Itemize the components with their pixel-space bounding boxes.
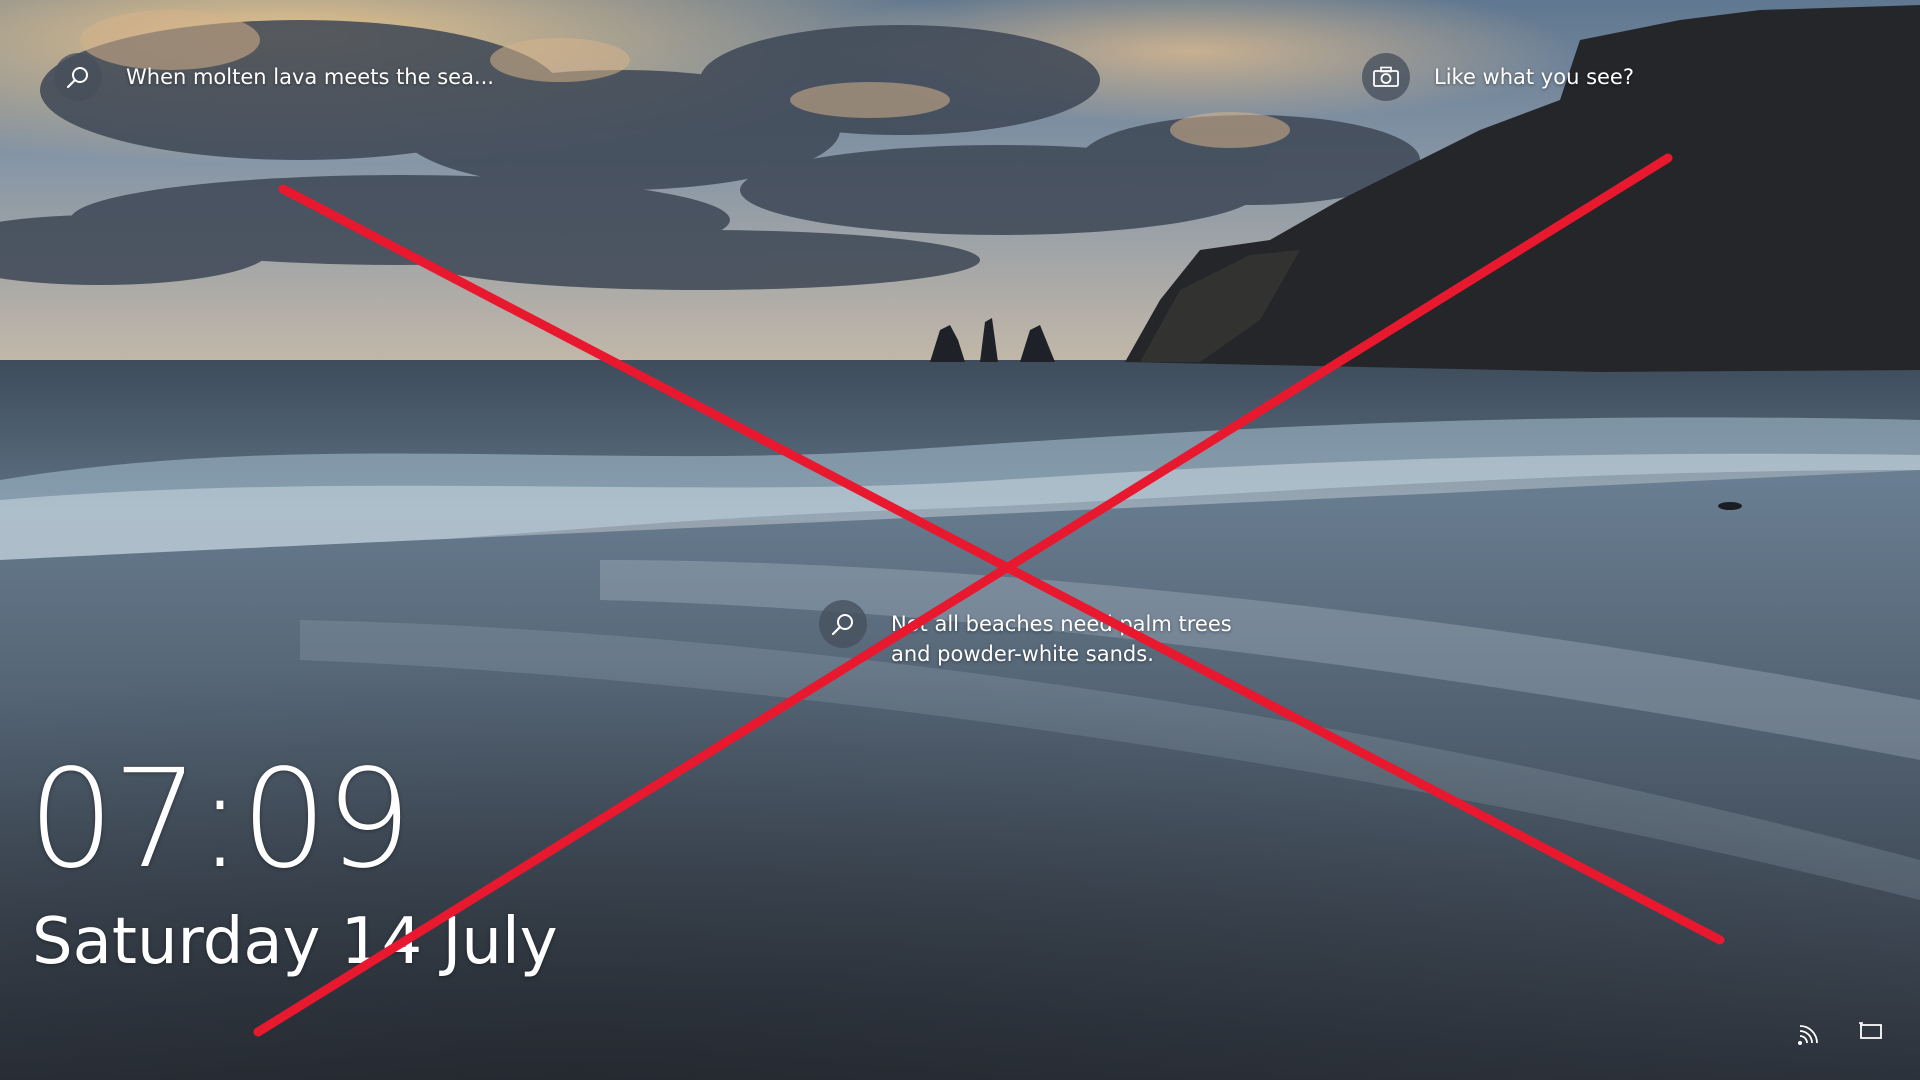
lock-screen[interactable]: When molten lava meets the sea... Like w… bbox=[0, 0, 1920, 1080]
spotlight-feedback[interactable]: Like what you see? bbox=[1362, 53, 1634, 101]
search-icon bbox=[54, 53, 102, 101]
center-hint-text: Not all beaches need palm trees and powd… bbox=[891, 612, 1232, 666]
feedback-prompt-text: Like what you see? bbox=[1434, 65, 1634, 89]
search-icon bbox=[819, 600, 867, 648]
lock-screen-time: 07:09 bbox=[28, 741, 412, 899]
wifi-icon[interactable] bbox=[1793, 1020, 1823, 1050]
lock-screen-date: Saturday 14 July bbox=[32, 905, 558, 979]
spotlight-hint-center[interactable]: Not all beaches need palm trees and powd… bbox=[819, 600, 1271, 669]
camera-icon bbox=[1362, 53, 1410, 101]
spotlight-hint-top[interactable]: When molten lava meets the sea... bbox=[54, 53, 494, 101]
battery-icon[interactable] bbox=[1856, 1016, 1886, 1046]
spotlight-hint-text: When molten lava meets the sea... bbox=[126, 65, 494, 89]
